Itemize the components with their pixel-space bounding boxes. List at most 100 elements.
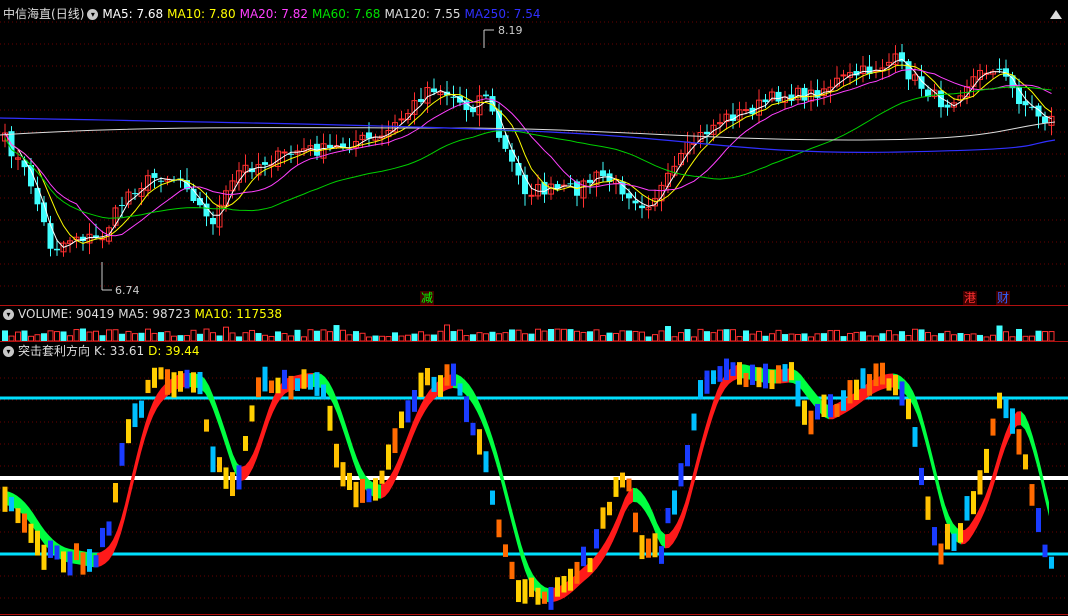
k-bar xyxy=(509,561,515,580)
signal-band-segment xyxy=(241,465,245,481)
signal-band-segment xyxy=(421,397,425,419)
volume-bar xyxy=(710,332,717,342)
k-bar xyxy=(932,527,937,546)
candle-body xyxy=(1042,116,1048,124)
signal-band-segment xyxy=(681,502,685,529)
k-bar xyxy=(600,507,606,529)
k-bar xyxy=(912,427,918,447)
candle-body xyxy=(151,173,158,178)
tag-cai[interactable]: 财 xyxy=(996,291,1011,305)
k-bar xyxy=(886,378,892,391)
k-bar xyxy=(984,448,989,473)
volume-bar xyxy=(190,329,197,342)
k-bar xyxy=(919,467,924,486)
indicator-chart xyxy=(0,358,1068,610)
k-bar xyxy=(438,375,443,397)
signal-band-segment xyxy=(913,391,917,415)
signal-band-segment xyxy=(469,384,473,405)
volume-bar xyxy=(496,333,502,342)
signal-band-segment xyxy=(941,491,945,519)
signal-band-segment xyxy=(513,514,517,544)
k-bar xyxy=(262,366,268,392)
k-bar xyxy=(516,580,521,603)
k-bar xyxy=(2,486,8,512)
signal-band-segment xyxy=(493,439,497,467)
tag-jian[interactable]: 减 xyxy=(420,291,435,305)
k-bar xyxy=(22,513,27,533)
k-bar xyxy=(1023,454,1028,470)
volume-bar xyxy=(73,329,80,342)
signal-band-segment xyxy=(521,544,525,571)
volume-bar xyxy=(730,329,736,342)
k-bar xyxy=(945,523,950,550)
volume-bar xyxy=(788,333,795,342)
signal-band-segment xyxy=(33,513,37,534)
volume-bar xyxy=(678,332,684,342)
signal-band-segment xyxy=(509,498,513,528)
k-bar xyxy=(522,579,528,604)
indicator-settings-icon[interactable]: ▾ xyxy=(3,346,14,357)
volume-bar xyxy=(801,333,808,342)
k-bar xyxy=(243,436,248,451)
candle-body xyxy=(54,248,60,251)
volume-bar xyxy=(535,328,541,342)
volume-bar xyxy=(944,330,951,342)
volume-bar xyxy=(749,333,756,342)
candle-body xyxy=(281,151,288,154)
k-bar xyxy=(1029,484,1035,506)
volume-bar xyxy=(411,333,418,342)
volume-bar xyxy=(567,329,574,342)
indicator-title: 突击套利方向 xyxy=(18,344,91,358)
tag-gang[interactable]: 港 xyxy=(963,291,978,305)
k-bar xyxy=(503,544,508,557)
k-bar xyxy=(789,362,794,381)
signal-band-segment xyxy=(465,380,469,399)
k-bar xyxy=(334,443,339,468)
signal-band-segment xyxy=(229,442,233,469)
signal-band-segment xyxy=(701,428,705,457)
candle-body xyxy=(47,223,54,249)
candle-body xyxy=(210,217,216,225)
k-bar xyxy=(269,380,274,393)
indicator-k-value: K: 33.61 xyxy=(94,344,145,358)
volume-bar xyxy=(2,330,8,342)
signal-band-segment xyxy=(921,412,925,441)
volume-bar xyxy=(613,332,619,342)
volume-bar xyxy=(548,329,554,342)
k-bar xyxy=(880,362,885,385)
k-bar xyxy=(782,364,788,382)
k-bar xyxy=(347,472,352,490)
k-bar xyxy=(828,394,833,418)
signal-band-segment xyxy=(661,530,665,549)
k-bar xyxy=(210,446,216,473)
signal-band-segment xyxy=(609,527,613,550)
volume-ma10: MA10: 117538 xyxy=(194,307,283,321)
k-bar xyxy=(555,577,560,597)
candle-body xyxy=(119,204,125,206)
volume-bar xyxy=(834,329,840,342)
signal-band-segment xyxy=(405,432,409,457)
k-bar xyxy=(724,358,729,381)
k-bar xyxy=(743,373,749,388)
k-bar xyxy=(470,422,476,436)
separator-volume xyxy=(0,341,1068,342)
k-bar xyxy=(685,444,690,467)
volume-bar xyxy=(229,332,236,342)
signal-band-segment xyxy=(1025,415,1029,439)
k-bar xyxy=(574,561,580,584)
signal-band-segment xyxy=(261,419,265,447)
volume-bar xyxy=(554,328,561,342)
k-bar xyxy=(275,377,281,394)
volume-settings-icon[interactable]: ▾ xyxy=(3,309,14,320)
volume-bar xyxy=(320,329,327,342)
volume-bar xyxy=(502,332,509,342)
signal-band-segment xyxy=(345,422,349,449)
signal-band-segment xyxy=(489,427,493,454)
signal-band-segment xyxy=(601,542,605,563)
volume-bar xyxy=(223,326,229,342)
volume-bar xyxy=(15,331,21,342)
volume-bar xyxy=(145,328,151,342)
signal-band-segment xyxy=(709,402,713,429)
signal-band-segment xyxy=(657,522,661,545)
k-bar xyxy=(100,527,105,548)
